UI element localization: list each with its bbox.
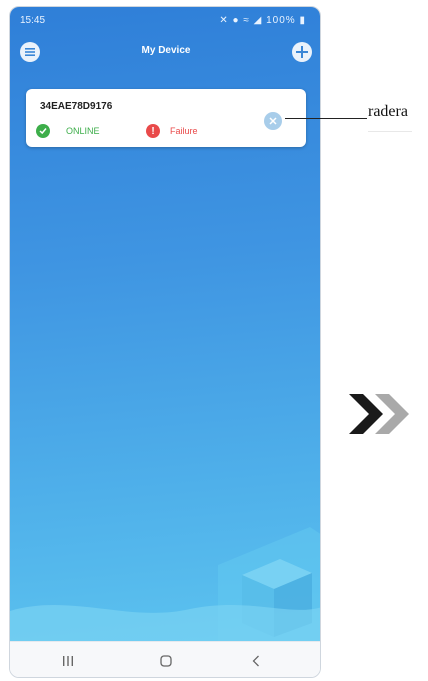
wifi-icon: ≈ [243, 15, 250, 26]
callout-underline [368, 131, 412, 132]
home-button[interactable] [146, 648, 186, 674]
status-time: 15:45 [20, 15, 46, 26]
recent-apps-icon [63, 656, 73, 666]
home-icon [160, 655, 172, 667]
device-status-row: ONLINE ! Failure [36, 124, 256, 140]
back-button[interactable] [236, 648, 276, 674]
back-chevron-icon [252, 655, 259, 667]
status-icons: ✕ ● ≈ ◢ 100% ▮ [219, 15, 306, 26]
battery-level: 100% [266, 15, 296, 26]
phone-frame: 15:45 ✕ ● ≈ ◢ 100% ▮ My Device 34EAE78D9… [9, 6, 321, 678]
battery-icon: ▮ [299, 15, 306, 26]
online-status: ONLINE [66, 126, 100, 136]
status-bar: 15:45 ✕ ● ≈ ◢ 100% ▮ [10, 7, 320, 29]
app-bar: My Device [10, 35, 320, 67]
system-nav-bar [10, 641, 320, 677]
recent-apps-button[interactable] [48, 648, 88, 674]
app-screen: 15:45 ✕ ● ≈ ◢ 100% ▮ My Device 34EAE78D9… [10, 7, 320, 641]
page-title: My Device [141, 45, 191, 56]
check-circle-icon [36, 124, 50, 138]
device-id: 34EAE78D9176 [40, 101, 113, 112]
callout-label: radera [368, 103, 408, 120]
mute-icon: ✕ [219, 15, 229, 26]
close-circle-icon [269, 117, 277, 125]
double-chevron-right-icon [349, 394, 409, 434]
plus-icon [296, 46, 308, 58]
signal-icon: ◢ [253, 15, 263, 26]
add-device-button[interactable] [292, 42, 312, 62]
delete-device-button[interactable] [264, 112, 282, 130]
callout-line [285, 118, 367, 119]
exclamation-circle-icon: ! [146, 124, 160, 138]
failure-status: Failure [170, 126, 198, 136]
location-icon: ● [232, 15, 240, 26]
device-card[interactable]: 34EAE78D9176 ONLINE ! Failure [26, 89, 306, 147]
wave-shape [10, 605, 320, 641]
